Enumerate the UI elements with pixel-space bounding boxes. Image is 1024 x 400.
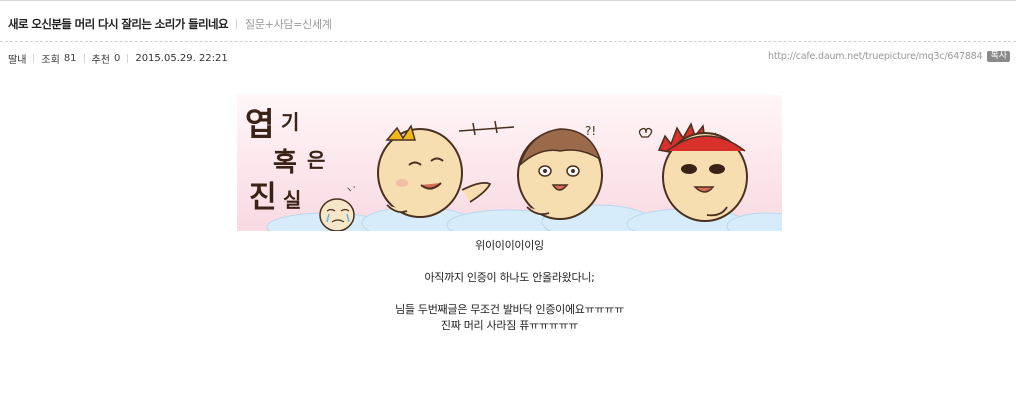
recommend-count: 0 — [113, 53, 121, 64]
svg-text:?!: ?! — [585, 124, 596, 138]
views-label: 조회 — [41, 55, 60, 66]
post-url[interactable]: http://cafe.daum.net/truepicture/mq3c/64… — [768, 51, 983, 62]
svg-text:실: 실 — [283, 188, 301, 212]
svg-text:기: 기 — [281, 110, 299, 134]
banner-image: 엽 기 혹 은 진 실 ヽ' ?! — [237, 95, 782, 231]
post-url-area: http://cafe.daum.net/truepicture/mq3c/64… — [768, 51, 1010, 62]
post-title: 새로 오신분들 머리 다시 잘리는 소리가 들리네요 — [8, 17, 229, 31]
header-divider — [0, 41, 1016, 42]
body-line: 진짜 머리 사라짐 퓨ㅠㅠㅠㅠㅠ — [440, 319, 579, 332]
author-name[interactable]: 딸내 — [8, 51, 26, 66]
post-datetime: 2015.05.29. 22:21 — [135, 53, 228, 64]
body-line: 아직까지 인증이 하나도 안올라왔다니; — [424, 271, 595, 284]
title-divider — [236, 19, 238, 29]
top-border — [0, 0, 1016, 5]
svg-text:ヽ': ヽ' — [345, 185, 355, 194]
post-header: 새로 오신분들 머리 다시 잘리는 소리가 들리네요 질문+사담=신세계 — [8, 17, 332, 31]
svg-text:은: 은 — [307, 148, 325, 172]
body-line: 님들 두번째글은 무조건 발바닥 인증이에요ㅠㅠㅠㅠ — [395, 303, 624, 316]
post-meta: 딸내 조회 81 추천 0 2015.05.29. 22:21 — [8, 51, 228, 66]
recommend-label: 추천 — [91, 55, 110, 66]
post-body: 위이이이이이잉 아직까지 인증이 하나도 안올라왔다니; 님들 두번째글은 무조… — [237, 238, 782, 334]
body-line: 위이이이이이잉 — [475, 239, 544, 252]
meta-divider — [127, 54, 129, 63]
views-count: 81 — [63, 53, 77, 64]
post-category[interactable]: 질문+사담=신세계 — [245, 16, 332, 32]
svg-text:혹: 혹 — [273, 148, 297, 178]
svg-text:진: 진 — [249, 180, 277, 215]
meta-divider — [83, 54, 85, 63]
meta-divider — [33, 54, 35, 63]
copy-url-button[interactable]: 복사 — [987, 51, 1010, 62]
svg-text:엽: 엽 — [245, 105, 274, 143]
